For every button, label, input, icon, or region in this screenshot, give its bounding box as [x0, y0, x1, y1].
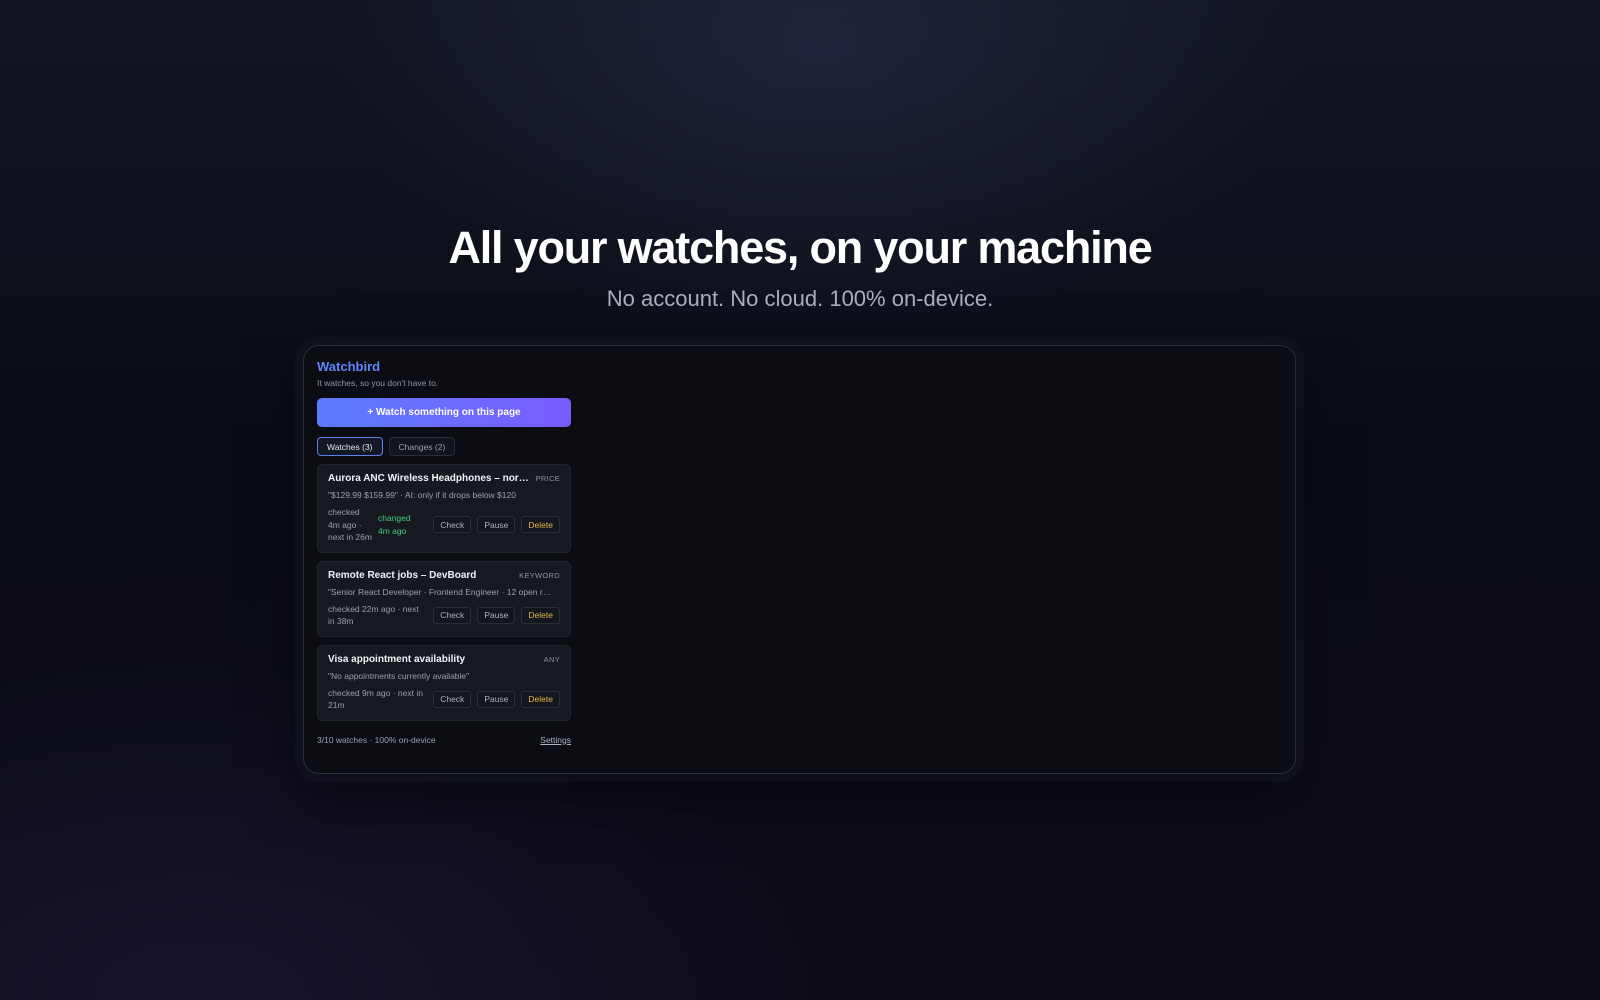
hero-title: All your watches, on your machine: [448, 222, 1152, 273]
watch-changed-status: changed 4m ago: [378, 513, 411, 536]
extension-popup: Watchbird It watches, so you don't have …: [317, 358, 571, 745]
delete-button[interactable]: Delete: [521, 516, 560, 534]
pause-button[interactable]: Pause: [477, 516, 516, 534]
watch-title: Remote React jobs – DevBoard: [328, 569, 477, 581]
app-tagline: It watches, so you don't have to.: [317, 378, 439, 388]
watch-title: Visa appointment availability: [328, 653, 466, 665]
delete-button[interactable]: Delete: [521, 606, 560, 624]
watch-card: Remote React jobs – DevBoard KEYWORD "Se…: [317, 560, 571, 637]
watch-snippet: "No appointments currently available": [328, 670, 470, 681]
watch-schedule: checked 22m ago · next in 38m: [328, 603, 419, 627]
watch-schedule: checked 9m ago · next in 21m: [328, 687, 423, 711]
check-button[interactable]: Check: [433, 606, 472, 624]
pause-button[interactable]: Pause: [477, 690, 516, 708]
delete-button[interactable]: Delete: [521, 690, 560, 708]
tab-watches[interactable]: Watches (3): [317, 437, 383, 456]
settings-link[interactable]: Settings: [540, 735, 571, 745]
tab-bar: Watches (3) Changes (2): [317, 437, 571, 456]
check-button[interactable]: Check: [433, 516, 472, 534]
check-button[interactable]: Check: [433, 690, 472, 708]
watch-card: Visa appointment availability ANY "No ap…: [317, 644, 571, 721]
tab-changes[interactable]: Changes (2): [388, 437, 456, 456]
extension-preview-frame: Watchbird It watches, so you don't have …: [303, 345, 1296, 774]
watch-page-button[interactable]: + Watch something on this page: [317, 398, 571, 427]
watch-count-status: 3/10 watches · 100% on-device: [317, 734, 436, 745]
hero-subtitle: No account. No cloud. 100% on-device.: [606, 286, 994, 311]
watch-type-badge: ANY: [543, 654, 560, 664]
watch-snippet: "Senior React Developer · Frontend Engin…: [328, 586, 552, 597]
watch-type-badge: KEYWORD: [519, 570, 560, 580]
watch-snippet: "$129.99 $159.99" · AI: only if it drops…: [328, 490, 516, 500]
watch-title: Aurora ANC Wireless Headphones – nor…: [328, 473, 529, 484]
popup-footer: 3/10 watches · 100% on-device Settings: [317, 735, 571, 745]
watch-type-badge: PRICE: [535, 474, 560, 483]
pause-button[interactable]: Pause: [477, 606, 516, 624]
app-name: Watchbird: [317, 359, 381, 374]
watch-card: Aurora ANC Wireless Headphones – nor… PR…: [317, 464, 571, 553]
watch-schedule: checked 4m ago · next in 26m: [328, 507, 372, 542]
